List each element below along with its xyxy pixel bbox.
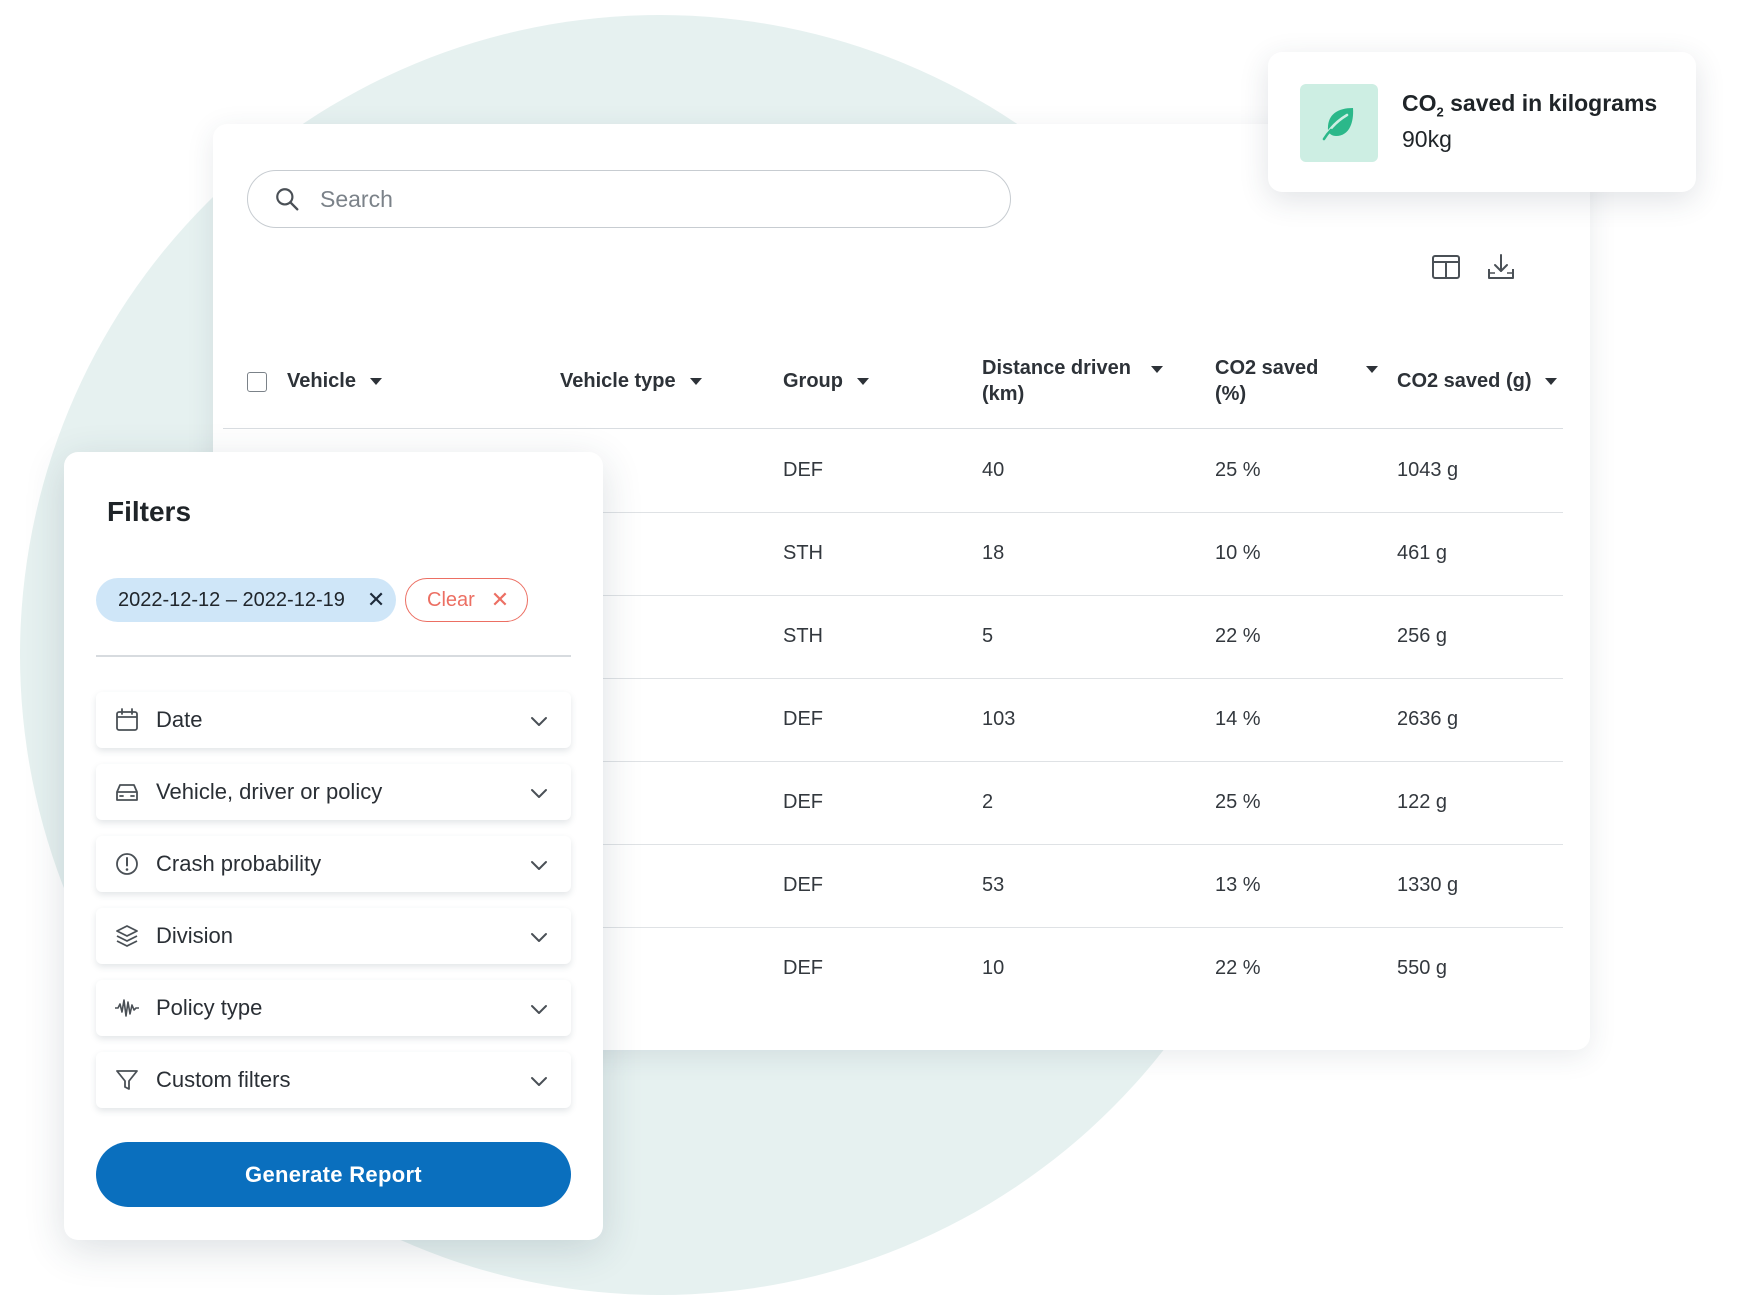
cell-co2-grams: 1043 g — [1397, 459, 1459, 481]
filter-accordion-crash-probability[interactable]: Crash probability — [96, 836, 571, 892]
close-icon[interactable]: ✕ — [491, 587, 509, 613]
date-range-chip-label: 2022-12-12 – 2022-12-19 — [118, 588, 345, 611]
cell-co2-percent: 10 % — [1215, 542, 1261, 564]
chevron-down-icon — [531, 789, 547, 798]
filters-title: Filters — [107, 496, 192, 527]
cell-distance: 5 — [982, 625, 994, 647]
column-header-vehicle[interactable]: Vehicle — [287, 334, 382, 428]
co2-summary-card: CO2 saved in kilograms 90kg — [1268, 52, 1696, 192]
cell-group: DEF — [783, 708, 823, 730]
cell-group: STH — [783, 625, 823, 647]
leaf-icon-box — [1300, 84, 1378, 162]
clear-chip-label: Clear — [427, 588, 475, 611]
column-header-vehicle-type[interactable]: Vehicle type — [560, 334, 702, 428]
search-bar[interactable] — [247, 170, 1011, 228]
cell-group: DEF — [783, 459, 823, 481]
clear-filters-chip[interactable]: Clear ✕ — [405, 578, 528, 622]
cell-co2-grams: 550 g — [1397, 957, 1448, 979]
chevron-down-icon — [531, 1005, 547, 1014]
sort-caret-icon — [1366, 366, 1379, 373]
sort-caret-icon — [857, 377, 869, 385]
filters-panel: Filters 2022-12-12 – 2022-12-19 ✕ Clear … — [64, 452, 603, 1240]
alert-circle-icon — [116, 853, 138, 875]
column-header-group[interactable]: Group — [783, 334, 869, 428]
sort-caret-icon — [689, 377, 702, 385]
chevron-down-icon — [531, 933, 547, 942]
column-header-distance[interactable]: Distance driven (km) — [982, 334, 1163, 428]
cell-co2-grams: 256 g — [1397, 625, 1448, 647]
filter-accordion-custom[interactable]: Custom filters — [96, 1052, 571, 1108]
filter-accordion-policy-type[interactable]: Policy type — [96, 980, 571, 1036]
cell-group: DEF — [783, 791, 823, 813]
cell-co2-grams: 2636 g — [1397, 708, 1459, 730]
cell-co2-percent: 25 % — [1215, 791, 1261, 813]
generate-report-button[interactable]: Generate Report — [96, 1142, 571, 1207]
cell-co2-percent: 25 % — [1215, 459, 1261, 481]
download-icon[interactable] — [1486, 252, 1516, 282]
cell-distance: 18 — [982, 542, 1005, 564]
car-icon — [116, 784, 138, 801]
column-header-co2-grams[interactable]: CO2 saved (g) — [1397, 334, 1558, 428]
search-input[interactable] — [318, 184, 922, 214]
filter-accordion-vehicle[interactable]: Vehicle, driver or policy — [96, 764, 571, 820]
sort-caret-icon — [1545, 377, 1558, 385]
layers-icon — [116, 925, 138, 947]
leaf-icon — [1322, 108, 1354, 141]
filter-accordion-date[interactable]: Date — [96, 692, 571, 748]
close-icon[interactable]: ✕ — [367, 587, 385, 613]
cell-co2-percent: 14 % — [1215, 708, 1261, 730]
cell-co2-percent: 22 % — [1215, 625, 1261, 647]
chevron-down-icon — [531, 1077, 547, 1086]
calendar-icon — [116, 708, 138, 731]
table-header: Vehicle Vehicle type Group Distance driv… — [223, 334, 1563, 429]
cell-co2-percent: 22 % — [1215, 957, 1261, 979]
columns-icon[interactable] — [1431, 252, 1461, 282]
waveform-icon — [115, 999, 139, 1017]
chevron-down-icon — [531, 717, 547, 726]
date-range-chip[interactable]: 2022-12-12 – 2022-12-19 ✕ — [96, 578, 396, 622]
cell-co2-grams: 461 g — [1397, 542, 1448, 564]
select-all-checkbox[interactable] — [247, 372, 267, 392]
filter-accordion-division[interactable]: Division — [96, 908, 571, 964]
cell-co2-grams: 122 g — [1397, 791, 1448, 813]
funnel-icon — [116, 1070, 138, 1090]
co2-card-value: 90kg — [1402, 126, 1452, 152]
cell-co2-grams: 1330 g — [1397, 874, 1459, 896]
cell-group: STH — [783, 542, 823, 564]
column-header-co2-percent[interactable]: CO2 saved (%) — [1215, 334, 1379, 428]
cell-co2-percent: 13 % — [1215, 874, 1261, 896]
co2-card-title: CO2 saved in kilograms — [1402, 90, 1658, 120]
cell-group: DEF — [783, 874, 823, 896]
cell-group: DEF — [783, 957, 823, 979]
cell-distance: 2 — [982, 791, 994, 813]
sort-caret-icon — [369, 377, 382, 385]
cell-distance: 10 — [982, 957, 1005, 979]
search-icon — [276, 188, 299, 211]
cell-distance: 40 — [982, 459, 1005, 481]
cell-distance: 53 — [982, 874, 1005, 896]
sort-caret-icon — [1150, 366, 1163, 373]
divider — [96, 655, 571, 657]
cell-distance: 103 — [982, 708, 1016, 730]
chevron-down-icon — [531, 861, 547, 870]
